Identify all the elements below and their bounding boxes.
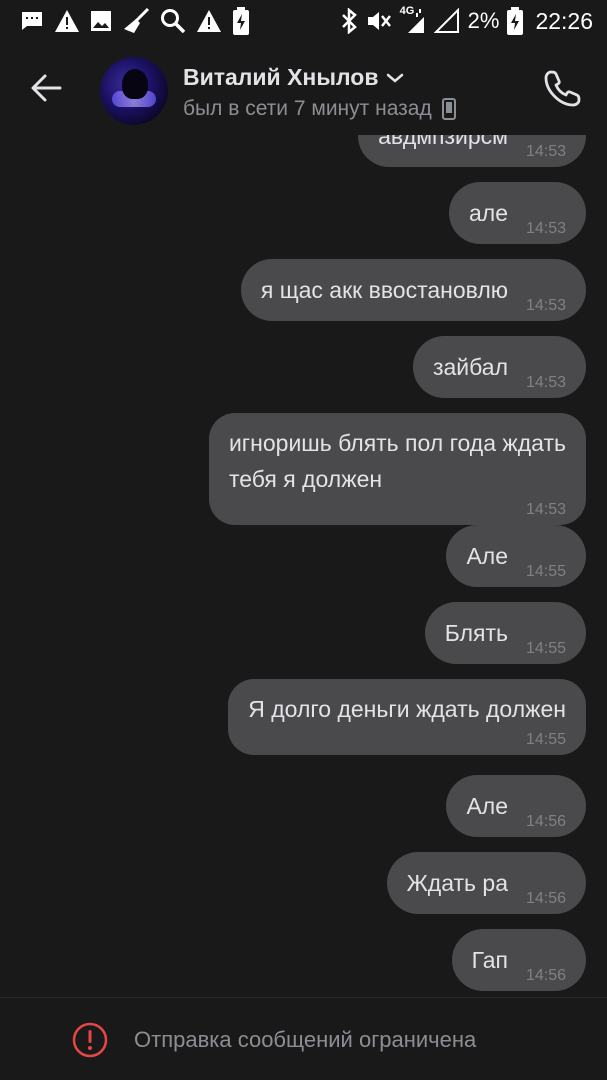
message-time: 14:53 — [525, 501, 566, 518]
message-bubble[interactable]: Я долго деньги ждать должен 14:55 — [228, 679, 586, 755]
message-text: я щас акк ввостановлю — [260, 277, 508, 303]
contact-name: Виталий Хнылов — [183, 64, 379, 90]
exclamation-circle-icon — [72, 1022, 108, 1058]
message-text: авдмпзирсм — [378, 135, 508, 149]
contact-status: был в сети 7 минут назад — [183, 97, 456, 121]
broom-cleaner-icon — [124, 8, 150, 33]
message-bubble[interactable]: зайбал 14:53 — [412, 336, 586, 398]
message-time: 14:53 — [525, 297, 566, 314]
warning-notification-icon-2 — [197, 10, 221, 32]
message-bubble[interactable]: игноришь блять пол года ждать тебя я дол… — [208, 413, 586, 525]
restriction-footer: Отправка сообщений ограничена — [0, 997, 607, 1080]
arrow-left-icon — [31, 74, 62, 102]
message-list[interactable]: авдмпзирсм 14:53 але 14:53 я щас акк вво… — [0, 135, 607, 997]
message-text: Але — [466, 543, 508, 569]
clock: 22:26 — [535, 7, 593, 34]
message-text: Гап — [471, 947, 508, 973]
phone-icon — [544, 70, 581, 107]
battery-saver-icon — [233, 7, 249, 35]
message-text: але — [468, 200, 508, 226]
chat-header: Виталий Хнылов был в сети 7 минут назад — [0, 42, 607, 135]
message-text: Але — [466, 793, 508, 819]
message-text: зайбал — [432, 354, 508, 380]
signal-empty-icon — [433, 8, 459, 33]
message-bubble[interactable]: Але 14:56 — [446, 775, 586, 837]
message-text-line1: игноришь блять пол года ждать — [228, 430, 566, 456]
search-notification-icon — [161, 9, 186, 34]
status-bar: 4G 2% 22:26 — [0, 0, 607, 42]
last-seen-text: был в сети 7 минут назад — [183, 97, 432, 120]
message-bubble[interactable]: Блять 14:55 — [424, 602, 586, 664]
battery-percent: 2% — [467, 8, 500, 33]
avatar[interactable] — [100, 57, 168, 125]
message-bubble[interactable]: авдмпзирсм 14:53 — [358, 135, 586, 167]
mute-icon — [367, 12, 391, 30]
battery-charging-icon — [507, 7, 524, 35]
message-time: 14:56 — [525, 813, 566, 830]
warning-notification-icon — [55, 10, 79, 32]
restriction-text: Отправка сообщений ограничена — [134, 1027, 477, 1052]
message-bubble[interactable]: Але 14:55 — [446, 525, 586, 587]
message-time: 14:53 — [525, 143, 566, 160]
message-time: 14:56 — [525, 890, 566, 907]
message-bubble[interactable]: Ждать ра 14:56 — [386, 852, 586, 914]
network-indicator: 4G — [400, 5, 426, 35]
chevron-down-icon — [387, 73, 404, 83]
contact-name-button[interactable]: Виталий Хнылов — [183, 64, 404, 91]
message-text: Блять — [444, 620, 508, 646]
message-text-line2: тебя я должен — [228, 466, 383, 492]
message-bubble[interactable]: але 14:53 — [448, 182, 586, 244]
message-text: Ждать ра — [406, 870, 508, 896]
message-text: Я долго деньги ждать должен — [248, 696, 566, 722]
message-notification-icon — [22, 12, 42, 30]
mobile-phone-icon — [441, 98, 456, 120]
image-notification-icon — [91, 11, 111, 31]
message-time: 14:53 — [525, 374, 566, 391]
message-time: 14:53 — [525, 220, 566, 237]
call-button[interactable] — [541, 66, 585, 110]
message-bubble[interactable]: я щас акк ввостановлю 14:53 — [240, 259, 586, 321]
signal-icon — [407, 9, 424, 33]
message-bubble[interactable]: Гап 14:56 — [451, 929, 586, 991]
back-button[interactable] — [26, 68, 66, 108]
message-time: 14:55 — [525, 731, 566, 748]
message-time: 14:55 — [525, 563, 566, 580]
message-time: 14:55 — [525, 640, 566, 657]
message-time: 14:56 — [525, 967, 566, 984]
bluetooth-icon — [341, 8, 357, 34]
